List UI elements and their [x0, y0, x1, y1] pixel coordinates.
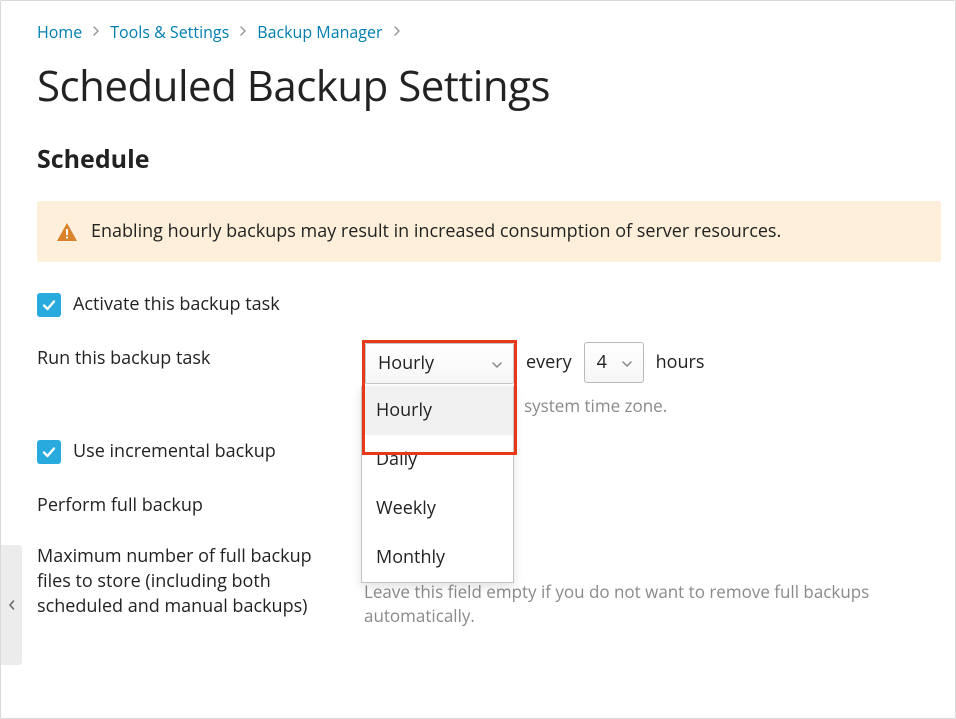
incremental-label: Use incremental backup	[73, 439, 276, 464]
frequency-select[interactable]: Hourly	[365, 343, 514, 384]
frequency-option-monthly[interactable]: Monthly	[362, 533, 513, 582]
hours-select[interactable]: 4	[584, 342, 644, 383]
frequency-option-weekly[interactable]: Weekly	[362, 484, 513, 533]
breadcrumb-backup-manager[interactable]: Backup Manager	[257, 21, 382, 43]
check-icon	[41, 444, 57, 460]
full-backup-label: Perform full backup	[37, 489, 364, 518]
warning-text: Enabling hourly backups may result in in…	[91, 219, 781, 244]
warning-icon	[57, 223, 77, 241]
chevron-right-icon	[92, 24, 100, 41]
breadcrumb-home[interactable]: Home	[37, 21, 82, 43]
breadcrumb: Home Tools & Settings Backup Manager	[37, 21, 941, 43]
chevron-right-icon	[239, 24, 247, 41]
timezone-hint: system time zone.	[524, 394, 941, 418]
activate-label: Activate this backup task	[73, 292, 280, 317]
section-heading-schedule: Schedule	[37, 142, 941, 177]
chevron-right-icon	[393, 24, 401, 41]
chevron-down-icon	[491, 351, 503, 376]
check-icon	[41, 297, 57, 313]
breadcrumb-tools-settings[interactable]: Tools & Settings	[110, 21, 229, 43]
frequency-selected-value: Hourly	[378, 351, 434, 376]
chevron-down-icon	[621, 350, 633, 375]
every-suffix: hours	[656, 350, 705, 375]
warning-alert: Enabling hourly backups may result in in…	[37, 201, 941, 262]
page-title: Scheduled Backup Settings	[37, 57, 941, 116]
max-files-label: Maximum number of full backup files to s…	[37, 540, 364, 620]
hours-value: 4	[597, 350, 607, 375]
chevron-left-icon	[7, 600, 17, 610]
side-collapse-tab[interactable]	[1, 545, 22, 665]
activate-checkbox[interactable]	[37, 293, 61, 317]
max-files-hint: Leave this field empty if you do not wan…	[364, 580, 941, 628]
run-task-label: Run this backup task	[37, 342, 364, 371]
incremental-checkbox[interactable]	[37, 440, 61, 464]
every-prefix: every	[526, 350, 572, 375]
frequency-select-highlight: Hourly	[362, 340, 517, 455]
